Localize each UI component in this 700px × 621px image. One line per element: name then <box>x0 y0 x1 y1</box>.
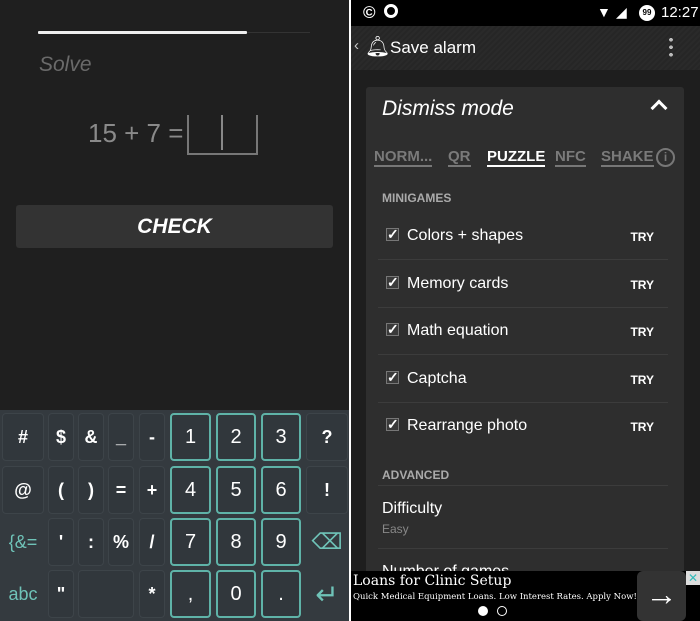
try-button[interactable]: TRY <box>630 325 654 339</box>
keyboard: # $ & _ -1 2 3? @() = +4 5 6! {&= ':%/7 8 9 ⌫ abc " *, 0. ↵ <box>0 410 349 621</box>
status-bar: © ▼ ◢ 99 12:27 <box>351 0 700 26</box>
key[interactable]: ( <box>48 466 74 514</box>
equation: 15 + 7 = <box>88 118 184 148</box>
tab-qr[interactable]: QR <box>448 148 471 167</box>
toolbar-title[interactable]: Save alarm <box>390 38 476 58</box>
circle-icon <box>384 4 398 18</box>
key[interactable]: abc <box>2 570 44 618</box>
key[interactable]: 0 <box>216 570 256 618</box>
key[interactable]: - <box>139 413 165 461</box>
key[interactable]: $ <box>48 413 74 461</box>
key[interactable]: ! <box>306 466 348 514</box>
try-button[interactable]: TRY <box>630 420 654 434</box>
ad-arrow-button[interactable]: → <box>637 571 686 621</box>
minigame-item[interactable]: ✓ Memory cards TRY <box>378 261 668 308</box>
ad-close-icon[interactable]: ✕ <box>686 571 700 585</box>
difficulty-value: Easy <box>382 522 409 536</box>
key[interactable]: @ <box>2 466 44 514</box>
tab-shake[interactable]: SHAKE <box>601 148 654 167</box>
ad-title[interactable]: Loans for Clinic Setup <box>353 573 511 589</box>
key[interactable]: " <box>48 570 74 618</box>
key[interactable]: : <box>78 518 104 566</box>
minigame-label: Captcha <box>407 369 467 387</box>
try-button[interactable]: TRY <box>630 278 654 292</box>
ad-banner[interactable]: Loans for Clinic Setup Quick Medical Equ… <box>351 571 700 621</box>
prompt-label: Solve <box>39 53 92 76</box>
key[interactable]: 3 <box>261 413 301 461</box>
checkbox[interactable]: ✓ <box>386 322 399 336</box>
battery-icon: 99 <box>639 5 655 21</box>
wifi-icon: ▼ <box>597 4 611 20</box>
key[interactable]: / <box>139 518 165 566</box>
difficulty-setting[interactable]: Difficulty Easy <box>378 485 668 549</box>
minigame-item[interactable]: ✓ Captcha TRY <box>378 356 668 403</box>
key[interactable]: 1 <box>170 413 211 461</box>
tab-puzzle[interactable]: PUZZLE <box>487 148 546 167</box>
overflow-menu-icon[interactable] <box>669 36 673 58</box>
key[interactable]: ? <box>306 413 348 461</box>
key[interactable]: . <box>261 570 301 618</box>
key[interactable]: ) <box>78 466 104 514</box>
sync-icon: © <box>363 3 376 22</box>
card-title: Dismiss mode <box>382 97 514 120</box>
space-key[interactable] <box>78 570 134 618</box>
try-button[interactable]: TRY <box>630 230 654 244</box>
checkbox[interactable]: ✓ <box>386 417 399 431</box>
key[interactable]: 5 <box>216 466 256 514</box>
key[interactable]: 7 <box>170 518 211 566</box>
key[interactable]: % <box>108 518 134 566</box>
minigame-item[interactable]: ✓ Math equation TRY <box>378 308 668 355</box>
page-dot[interactable] <box>497 606 507 616</box>
minigames-header: MINIGAMES <box>382 191 452 205</box>
signal-icon: ◢ <box>616 4 627 20</box>
minigame-item[interactable]: ✓ Colors + shapes TRY <box>378 213 668 260</box>
key[interactable]: # <box>2 413 44 461</box>
backspace-key[interactable]: ⌫ <box>306 518 348 566</box>
minigame-label: Rearrange photo <box>407 417 528 434</box>
key[interactable]: * <box>139 570 165 618</box>
difficulty-label: Difficulty <box>382 500 443 517</box>
tab-nfc[interactable]: NFC <box>555 148 586 167</box>
clock: 12:27 <box>661 4 699 21</box>
checkbox[interactable]: ✓ <box>386 227 399 241</box>
enter-key[interactable]: ↵ <box>306 570 348 618</box>
tab-norm[interactable]: NORM... <box>374 148 433 167</box>
key[interactable]: = <box>108 466 134 514</box>
bell-icon: 🔔︎ <box>365 36 391 58</box>
try-button[interactable]: TRY <box>630 373 654 387</box>
text-cursor <box>221 115 223 150</box>
key[interactable]: + <box>139 466 165 514</box>
checkbox[interactable]: ✓ <box>386 275 399 289</box>
progress-fill <box>38 31 248 34</box>
minigame-label: Memory cards <box>407 274 509 292</box>
settings-screen: © ▼ ◢ 99 12:27 ‹ 🔔︎ Save alarm Dismiss m… <box>351 0 700 621</box>
toolbar: ‹ 🔔︎ Save alarm <box>351 26 700 70</box>
key[interactable]: 6 <box>261 466 301 514</box>
minigame-item[interactable]: ✓ Rearrange photo TRY <box>378 403 668 450</box>
info-icon[interactable]: i <box>656 148 675 167</box>
back-icon[interactable]: ‹ <box>354 37 359 54</box>
minigame-label: Math equation <box>407 322 509 339</box>
key[interactable]: {&= <box>2 518 44 566</box>
key[interactable]: _ <box>108 413 134 461</box>
key[interactable]: 9 <box>261 518 301 566</box>
key[interactable]: ' <box>48 518 74 566</box>
key[interactable]: 2 <box>216 413 256 461</box>
minigame-label: Colors + shapes <box>407 227 524 244</box>
key[interactable]: 8 <box>216 518 256 566</box>
advanced-header: ADVANCED <box>382 468 450 482</box>
key[interactable]: , <box>170 570 211 618</box>
ad-text: Quick Medical Equipment Loans. Low Inter… <box>353 592 637 602</box>
puzzle-screen: Solve 15 + 7 = CHECK # $ & _ -1 2 3? @() = +4 5 6! {… <box>0 0 349 621</box>
key[interactable]: 4 <box>170 466 211 514</box>
checkbox[interactable]: ✓ <box>386 370 399 384</box>
page-dot-active[interactable] <box>478 606 488 616</box>
key[interactable]: & <box>78 413 104 461</box>
check-button[interactable]: CHECK <box>16 205 333 248</box>
